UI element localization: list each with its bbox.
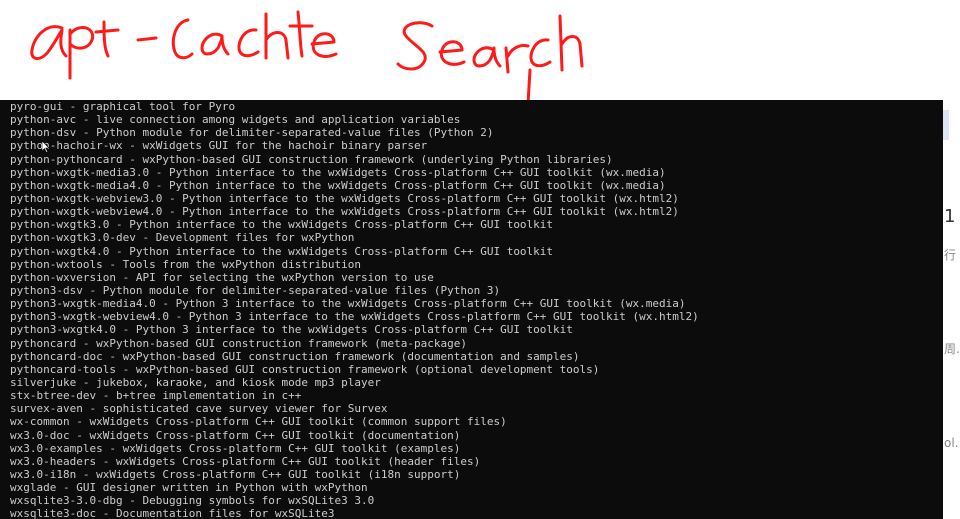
background-fragment: 1: [944, 206, 956, 227]
terminal-line: wx3.0-examples - wxWidgets Cross-platfor…: [10, 441, 461, 455]
terminal-line: wxsqlite3-3.0-dbg - Debugging symbols fo…: [10, 494, 375, 508]
terminal-line: python3-wxgtk-media4.0 - Python 3 interf…: [10, 297, 686, 311]
terminal-output: pyro-gui - graphical tool for Pyro python…: [10, 100, 699, 519]
terminal-line: python-avc - live connection among widge…: [10, 113, 461, 127]
terminal-line: wx-common - wxWidgets Cross-platform C++…: [10, 415, 507, 429]
terminal-line: python3-wxgtk-webview4.0 - Python 3 inte…: [10, 310, 699, 324]
terminal-line: pythoncard-tools - wxPython-based GUI co…: [10, 362, 600, 376]
terminal-line: python-hachoir-wx - wxWidgets GUI for th…: [10, 139, 428, 153]
terminal-line: python3-wxgtk4.0 - Python 3 interface to…: [10, 323, 573, 337]
background-fragment: 行: [944, 248, 957, 262]
terminal-line: python-wxgtk-media3.0 - Python interface…: [10, 165, 666, 179]
terminal-line: wxglade - GUI designer written in Python…: [10, 481, 368, 495]
terminal-line: python-wxgtk4.0 - Python interface to th…: [10, 244, 554, 258]
terminal-line: python-wxgtk-webview3.0 - Python interfa…: [10, 191, 679, 205]
terminal-line: python-dsv - Python module for delimiter…: [10, 126, 494, 140]
terminal-line: silverjuke - jukebox, karaoke, and kiosk…: [10, 375, 381, 389]
terminal-line: wx3.0-i18n - wxWidgets Cross-platform C+…: [10, 467, 461, 481]
terminal-line: python-wxgtk3.0 - Python interface to th…: [10, 218, 554, 232]
terminal-line: stx-btree-dev - b+tree implementation in…: [10, 389, 302, 403]
terminal-line: python-wxversion - API for selecting the…: [10, 270, 434, 284]
terminal-line: python-pythoncard - wxPython-based GUI c…: [10, 152, 613, 166]
terminal-line: wx3.0-doc - wxWidgets Cross-platform C++…: [10, 428, 461, 442]
terminal-line: wxsqlite3-doc - Documentation files for …: [10, 507, 335, 519]
background-window-edge: 1 行 周. ol.: [943, 100, 960, 519]
background-fragment: 周.: [944, 342, 960, 356]
handwritten-annotation: apt-cache search: [0, 0, 960, 100]
terminal-line: pythoncard-doc - wxPython-based GUI cons…: [10, 349, 580, 363]
terminal-window[interactable]: pyro-gui - graphical tool for Pyro python…: [0, 100, 943, 519]
annotation-drawing: [30, 10, 584, 100]
background-fragment: ol.: [944, 436, 959, 450]
terminal-line: python-wxtools - Tools from the wxPython…: [10, 257, 361, 271]
terminal-line: wx3.0-headers - wxWidgets Cross-platform…: [10, 454, 481, 468]
terminal-line: python-wxgtk-media4.0 - Python interface…: [10, 178, 666, 192]
terminal-line: survex-aven - sophisticated cave survey …: [10, 402, 388, 416]
terminal-line: python-wxgtk3.0-dev - Development files …: [10, 231, 355, 245]
terminal-line: pythoncard - wxPython-based GUI construc…: [10, 336, 467, 350]
background-window-bar: [943, 110, 949, 140]
terminal-line: pyro-gui - graphical tool for Pyro: [10, 100, 236, 113]
terminal-line: python3-dsv - Python module for delimite…: [10, 283, 501, 297]
terminal-line: python-wxgtk-webview4.0 - Python interfa…: [10, 205, 679, 219]
